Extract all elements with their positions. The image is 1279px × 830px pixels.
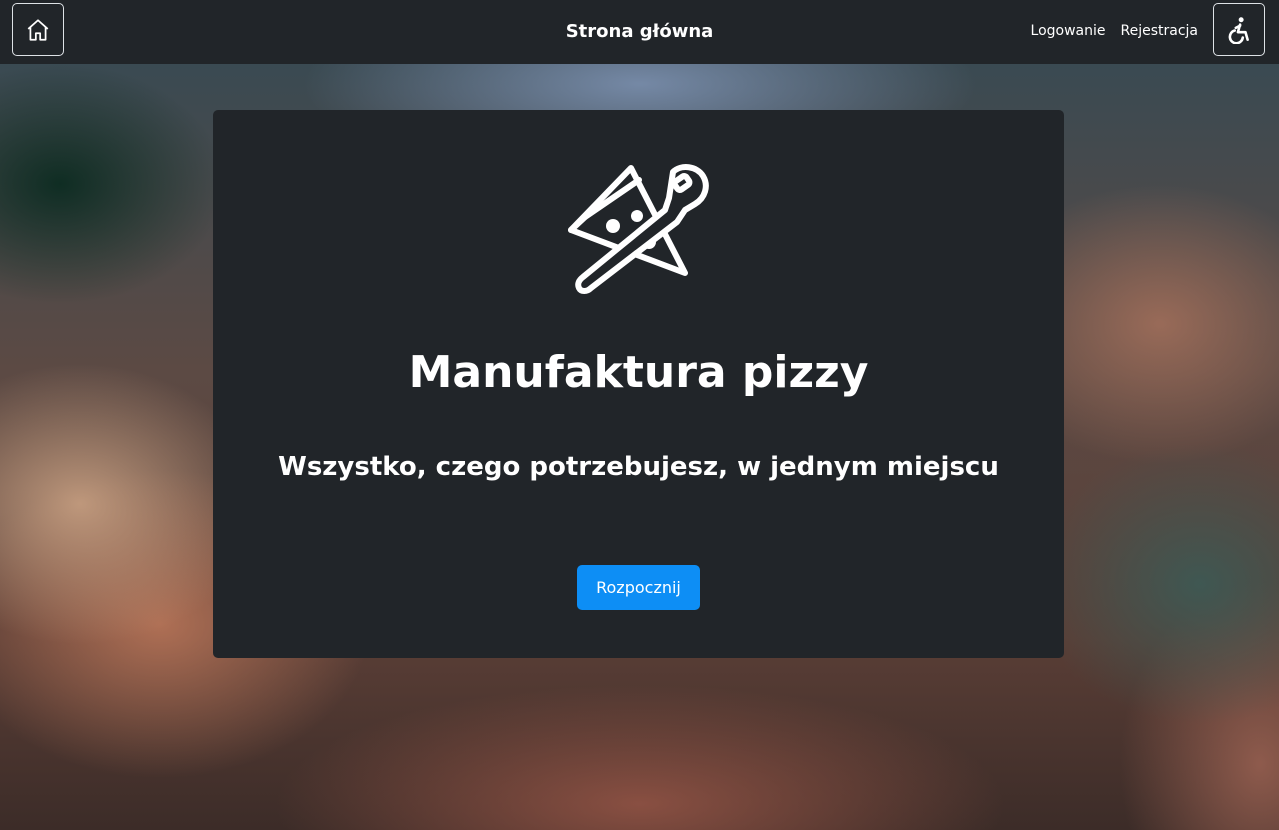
accessibility-button[interactable]: [1213, 3, 1265, 56]
home-icon: [27, 18, 49, 41]
home-button[interactable]: [12, 3, 64, 56]
pizza-slice-peel-icon: [568, 164, 709, 294]
page: Strona główna Logowanie Rejestracja Manu…: [0, 0, 1279, 830]
auth-links: Logowanie Rejestracja: [1031, 0, 1198, 62]
wheelchair-icon: [1228, 16, 1249, 44]
register-link[interactable]: Rejestracja: [1121, 23, 1199, 39]
start-button[interactable]: Rozpocznij: [577, 565, 700, 610]
top-navbar: Strona główna Logowanie Rejestracja: [0, 0, 1279, 64]
login-link[interactable]: Logowanie: [1031, 23, 1106, 39]
hero-subtitle: Wszystko, czego potrzebujesz, w jednym m…: [278, 452, 999, 482]
hero-title: Manufaktura pizzy: [408, 347, 869, 398]
